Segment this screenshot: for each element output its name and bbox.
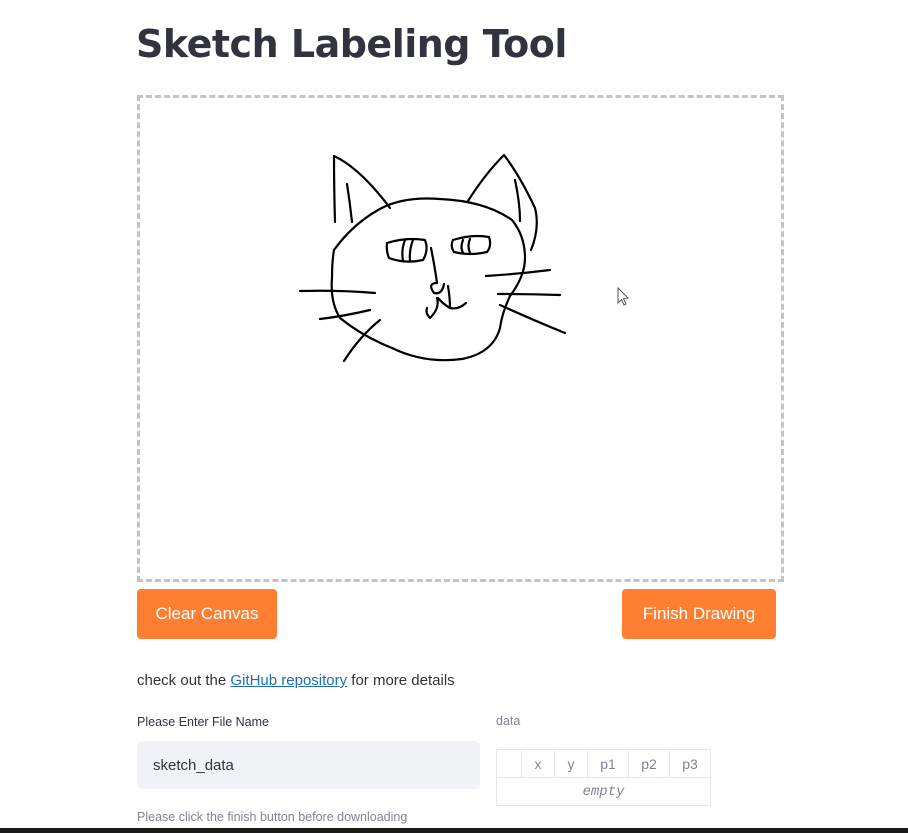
github-repository-link[interactable]: GitHub repository [230, 672, 347, 689]
column-header-p2: p2 [628, 749, 670, 778]
file-name-label: Please Enter File Name [137, 715, 270, 729]
sketch-stroke-whiskers-left [298, 289, 377, 295]
info-suffix: for more details [347, 672, 455, 689]
download-hint: Please click the finish button before do… [137, 810, 408, 824]
data-table-header-row: x y p1 p2 p3 [496, 749, 711, 778]
data-table-label: data [496, 714, 521, 728]
finish-drawing-button[interactable]: Finish Drawing [622, 589, 776, 639]
cat-sketch [298, 153, 630, 363]
column-header-index [496, 749, 522, 778]
sketch-stroke-left-ear-inner [345, 182, 354, 224]
sketch-stroke-nose [429, 246, 446, 295]
column-header-p3: p3 [669, 749, 711, 778]
mouse-cursor-icon [617, 286, 630, 306]
data-table: x y p1 p2 p3 empty [496, 749, 711, 806]
sketch-stroke-face [330, 197, 527, 362]
file-name-input[interactable] [137, 741, 480, 789]
info-prefix: check out the [137, 672, 231, 689]
sketch-stroke-whiskers-right [484, 268, 552, 278]
column-header-p1: p1 [587, 749, 629, 778]
bottom-border [0, 828, 908, 833]
drawing-canvas[interactable] [137, 95, 784, 582]
column-header-x: x [521, 749, 555, 778]
info-text: check out the GitHub repository for more… [137, 672, 455, 689]
sketch-stroke-right-ear-inner [513, 178, 522, 223]
table-row: empty [496, 777, 711, 806]
empty-table-text: empty [496, 777, 711, 806]
column-header-y: y [554, 749, 588, 778]
sketch-stroke-left-ear [332, 154, 392, 224]
clear-canvas-button[interactable]: Clear Canvas [137, 589, 277, 639]
page-title: Sketch Labeling Tool [136, 22, 567, 66]
sketch-stroke-left-eye [385, 237, 428, 263]
